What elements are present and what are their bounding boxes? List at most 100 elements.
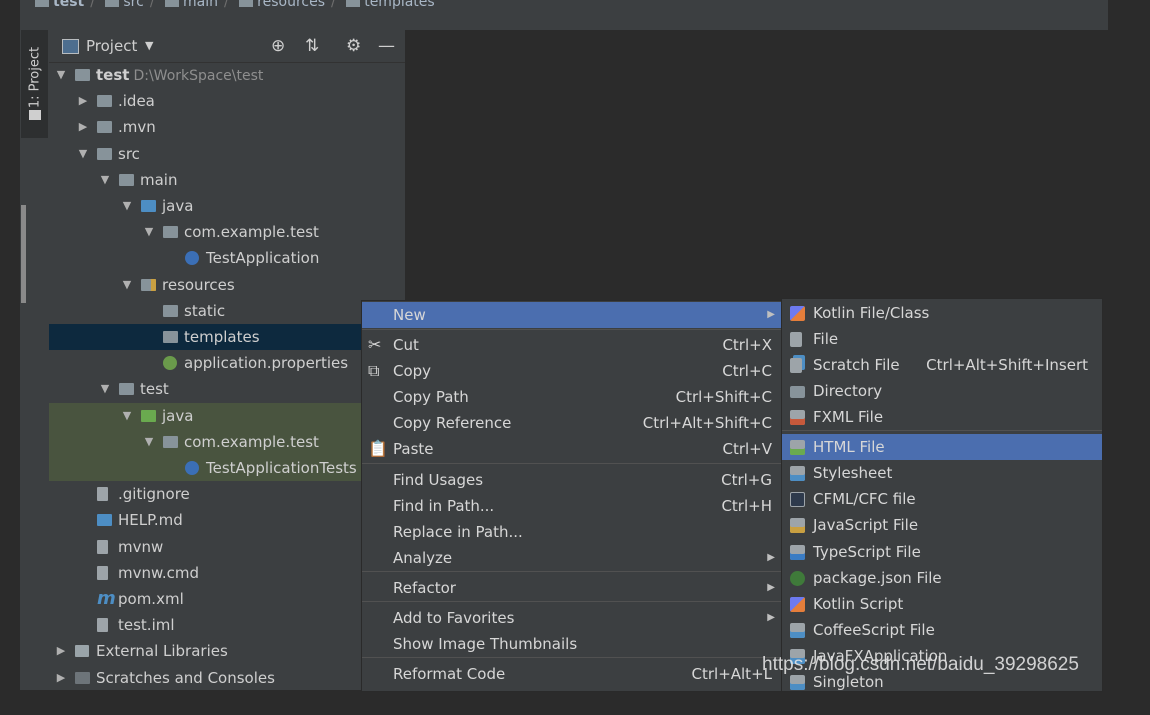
menu-item-paste[interactable]: 📋 Paste Ctrl+V xyxy=(362,436,781,462)
menu-item-label: Find Usages xyxy=(393,471,484,489)
menu-item-find-in-path[interactable]: Find in Path... Ctrl+H xyxy=(362,493,781,519)
tree-item[interactable]: application.properties xyxy=(49,350,405,376)
expanded-arrow-icon[interactable]: ▼ xyxy=(77,141,89,167)
tree-item[interactable]: mvnw.cmd xyxy=(49,560,405,586)
tree-item[interactable]: ▼ src xyxy=(49,141,405,167)
tree-item[interactable]: ▼ test D:\WorkSpace\test xyxy=(49,62,405,88)
collapsed-arrow-icon[interactable]: ▶ xyxy=(55,638,67,664)
collapsed-arrow-icon[interactable]: ▶ xyxy=(77,88,89,114)
menu-item-cut[interactable]: ✂ Cut Ctrl+X xyxy=(362,332,781,358)
menu-item-label: package.json File xyxy=(813,569,942,587)
menu-item-refactor[interactable]: Refactor ▶ xyxy=(362,575,781,601)
menu-item-replace-in-path[interactable]: Replace in Path... xyxy=(362,519,781,545)
new-file[interactable]: File xyxy=(782,326,1102,352)
breadcrumb-item[interactable]: src xyxy=(123,0,143,10)
tree-item[interactable]: templates xyxy=(49,324,405,350)
expanded-arrow-icon[interactable]: ▼ xyxy=(99,376,111,402)
expanded-arrow-icon[interactable]: ▼ xyxy=(143,429,155,455)
tree-item[interactable]: HELP.md xyxy=(49,507,405,533)
breadcrumb-item[interactable]: templates xyxy=(364,0,435,10)
tree-item[interactable]: ▼ com.example.test xyxy=(49,219,405,245)
menu-item-new[interactable]: New ▶ xyxy=(362,302,781,328)
collapsed-arrow-icon[interactable]: ▶ xyxy=(77,114,89,140)
menu-item-label: Reformat Code xyxy=(393,665,506,683)
tree-item[interactable]: TestApplication xyxy=(49,245,405,271)
new-coffeescript-file[interactable]: CoffeeScript File xyxy=(782,617,1102,643)
typescript-file-icon xyxy=(790,545,805,560)
tree-item[interactable]: ▶ Scratches and Consoles xyxy=(49,665,405,691)
menu-item-find-usages[interactable]: Find Usages Ctrl+G xyxy=(362,467,781,493)
tree-item[interactable]: ▼ java xyxy=(49,402,361,429)
new-directory[interactable]: Directory xyxy=(782,378,1102,404)
menu-separator xyxy=(782,430,1102,431)
new-fxml-file[interactable]: FXML File xyxy=(782,404,1102,430)
tree-item[interactable]: ▼ resources xyxy=(49,272,405,298)
menu-item-add-to-favorites[interactable]: Add to Favorites ▶ xyxy=(362,605,781,631)
tree-item[interactable]: .gitignore xyxy=(49,481,405,507)
tree-item[interactable]: m pom.xml xyxy=(49,586,405,612)
tree-item-text: .idea xyxy=(118,88,155,114)
tree-item[interactable]: ▼ com.example.test xyxy=(49,428,361,455)
kotlin-icon xyxy=(790,597,805,612)
tree-item[interactable]: ▶ External Libraries xyxy=(49,638,405,664)
scrollbar-thumb[interactable] xyxy=(21,205,26,303)
menu-item-label: Copy Reference xyxy=(393,414,512,432)
tree-item[interactable]: ▼ main xyxy=(49,167,405,193)
submenu-arrow-icon: ▶ xyxy=(767,582,775,593)
menu-item-shortcut: Ctrl+Alt+Shift+Insert xyxy=(926,356,1088,374)
new-kotlin-script[interactable]: Kotlin Script xyxy=(782,591,1102,617)
tree-item-text: .gitignore xyxy=(118,481,190,507)
tree-item[interactable]: test.iml xyxy=(49,612,405,638)
tree-item-label: mvnw xyxy=(118,537,164,556)
menu-item-analyze[interactable]: Analyze ▶ xyxy=(362,545,781,571)
tree-item-label: static xyxy=(184,301,226,320)
tree-item[interactable]: ▼ test xyxy=(49,376,405,402)
new-typescript-file[interactable]: TypeScript File xyxy=(782,539,1102,565)
new-package-json-file[interactable]: package.json File xyxy=(782,565,1102,591)
package-icon xyxy=(163,435,178,448)
breadcrumb-item[interactable]: test xyxy=(53,0,84,10)
project-view-selector[interactable]: Project xyxy=(86,37,137,55)
new-kotlin-file-class[interactable]: Kotlin File/Class xyxy=(782,300,1102,326)
collapsed-arrow-icon[interactable]: ▶ xyxy=(55,665,67,691)
tree-item[interactable]: ▶ .idea xyxy=(49,88,405,114)
tree-item-text: test xyxy=(140,376,169,402)
new-scratch-file[interactable]: Scratch File Ctrl+Alt+Shift+Insert xyxy=(782,352,1102,378)
expanded-arrow-icon[interactable]: ▼ xyxy=(121,403,133,429)
expanded-arrow-icon[interactable]: ▼ xyxy=(121,272,133,298)
tree-item[interactable]: ▼ java xyxy=(49,193,405,219)
new-html-file[interactable]: HTML File xyxy=(782,434,1102,460)
expanded-arrow-icon[interactable]: ▼ xyxy=(55,62,67,88)
new-javascript-file[interactable]: JavaScript File xyxy=(782,512,1102,538)
locate-icon[interactable]: ⊕ xyxy=(271,36,285,56)
folder-icon xyxy=(29,110,41,120)
chevron-down-icon[interactable]: ▼ xyxy=(145,39,153,52)
new-cfml-cfc-file[interactable]: CFML/CFC file xyxy=(782,486,1102,512)
menu-item-copy-reference[interactable]: Copy Reference Ctrl+Alt+Shift+C xyxy=(362,410,781,436)
expanded-arrow-icon[interactable]: ▼ xyxy=(121,193,133,219)
breadcrumb-item[interactable]: resources xyxy=(257,0,325,10)
expanded-arrow-icon[interactable]: ▼ xyxy=(143,219,155,245)
menu-item-show-image-thumbnails[interactable]: Show Image Thumbnails xyxy=(362,631,781,657)
menu-item-copy-path[interactable]: Copy Path Ctrl+Shift+C xyxy=(362,384,781,410)
new-stylesheet[interactable]: Stylesheet xyxy=(782,460,1102,486)
expanded-arrow-icon[interactable]: ▼ xyxy=(99,167,111,193)
menu-item-label: CFML/CFC file xyxy=(813,490,916,508)
tree-item[interactable]: TestApplicationTests xyxy=(49,455,361,481)
breadcrumb-separator: / xyxy=(149,0,155,10)
resources-folder-icon xyxy=(239,0,254,7)
gear-icon[interactable]: ⚙ xyxy=(346,36,361,56)
tree-item[interactable]: mvnw xyxy=(49,534,405,560)
menu-item-copy[interactable]: ⧉ Copy Ctrl+C xyxy=(362,358,781,384)
minimize-icon[interactable]: — xyxy=(378,36,395,56)
tree-item-text: templates xyxy=(184,324,260,350)
project-tool-tab[interactable]: 1: Project xyxy=(21,30,48,138)
fxml-file-icon xyxy=(790,410,805,425)
tree-item[interactable]: ▶ .mvn xyxy=(49,114,405,140)
menu-item-shortcut: Ctrl+Alt+L xyxy=(691,665,773,683)
menu-item-label: Cut xyxy=(393,336,419,354)
collapse-all-icon[interactable]: ⇅ xyxy=(305,36,319,56)
tree-item[interactable]: static xyxy=(49,298,405,324)
menu-item-reformat-code[interactable]: Reformat Code Ctrl+Alt+L xyxy=(362,661,781,687)
breadcrumb-item[interactable]: main xyxy=(183,0,218,10)
